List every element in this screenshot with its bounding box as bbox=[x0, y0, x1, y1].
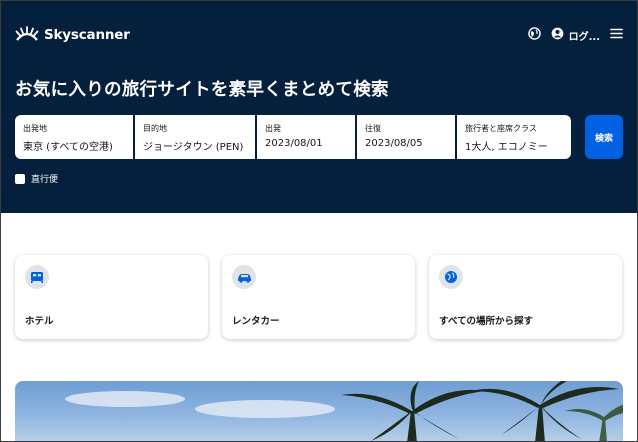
destination-label: 目的地 bbox=[143, 124, 167, 133]
account-icon bbox=[551, 27, 564, 43]
skyscanner-logo[interactable]: Skyscanner bbox=[15, 25, 130, 45]
region-globe-icon[interactable] bbox=[527, 27, 541, 43]
sunrise-logo-icon bbox=[15, 25, 39, 45]
origin-label: 出発地 bbox=[23, 124, 47, 133]
direct-flights-option[interactable]: 直行便 bbox=[15, 172, 58, 185]
depart-label: 出発 bbox=[265, 124, 281, 133]
travellers-label: 旅行者と座席クラス bbox=[465, 124, 537, 133]
menu-icon[interactable] bbox=[610, 28, 623, 42]
depart-value: 2023/08/01 bbox=[265, 138, 323, 149]
travellers-value: 1大人, エコノミー bbox=[465, 142, 548, 153]
car-icon bbox=[232, 265, 256, 289]
direct-flights-checkbox[interactable] bbox=[15, 173, 25, 184]
globe-icon bbox=[439, 265, 463, 289]
login-label: ログ... bbox=[568, 31, 600, 43]
depart-date-field[interactable]: 出発 2023/08/01 bbox=[257, 115, 355, 159]
return-label: 往復 bbox=[365, 124, 381, 133]
header-actions: ログ... bbox=[527, 27, 623, 43]
login-button[interactable]: ログ... bbox=[551, 27, 600, 43]
hero-banner: Skyscanner ログ... お気に入りの旅行サイトを素早くまとめて検索 出… bbox=[1, 1, 637, 213]
direct-flights-label: 直行便 bbox=[31, 175, 59, 185]
origin-value: 東京 (すべての空港) bbox=[23, 142, 113, 153]
search-button[interactable]: 検索 bbox=[585, 115, 623, 159]
page-frame: Skyscanner ログ... お気に入りの旅行サイトを素早くまとめて検索 出… bbox=[0, 0, 638, 442]
car-rental-card[interactable]: レンタカー bbox=[222, 255, 415, 339]
destination-value: ジョージタウン (PEN) bbox=[143, 142, 244, 153]
page-title: お気に入りの旅行サイトを素早くまとめて検索 bbox=[15, 80, 389, 100]
palm-tree-illustration bbox=[65, 381, 623, 441]
explore-everywhere-label: すべての場所から探す bbox=[439, 316, 533, 327]
destination-field[interactable]: 目的地 ジョージタウン (PEN) bbox=[135, 115, 255, 159]
return-value: 2023/08/05 bbox=[365, 138, 423, 149]
quick-links: ホテル レンタカー すべての場所から探す bbox=[15, 255, 622, 339]
travellers-field[interactable]: 旅行者と座席クラス 1大人, エコノミー bbox=[457, 115, 571, 159]
return-date-field[interactable]: 往復 2023/08/05 bbox=[357, 115, 455, 159]
car-rental-label: レンタカー bbox=[232, 316, 280, 327]
brand-name: Skyscanner bbox=[44, 27, 130, 43]
explore-everywhere-card[interactable]: すべての場所から探す bbox=[429, 255, 622, 339]
origin-field[interactable]: 出発地 東京 (すべての空港) bbox=[15, 115, 133, 159]
hotels-card[interactable]: ホテル bbox=[15, 255, 208, 339]
search-form: 出発地 東京 (すべての空港) 目的地 ジョージタウン (PEN) 出発 202… bbox=[15, 115, 571, 159]
bed-icon bbox=[25, 265, 49, 289]
hotels-label: ホテル bbox=[25, 316, 54, 327]
beach-palm-photo bbox=[15, 381, 623, 441]
